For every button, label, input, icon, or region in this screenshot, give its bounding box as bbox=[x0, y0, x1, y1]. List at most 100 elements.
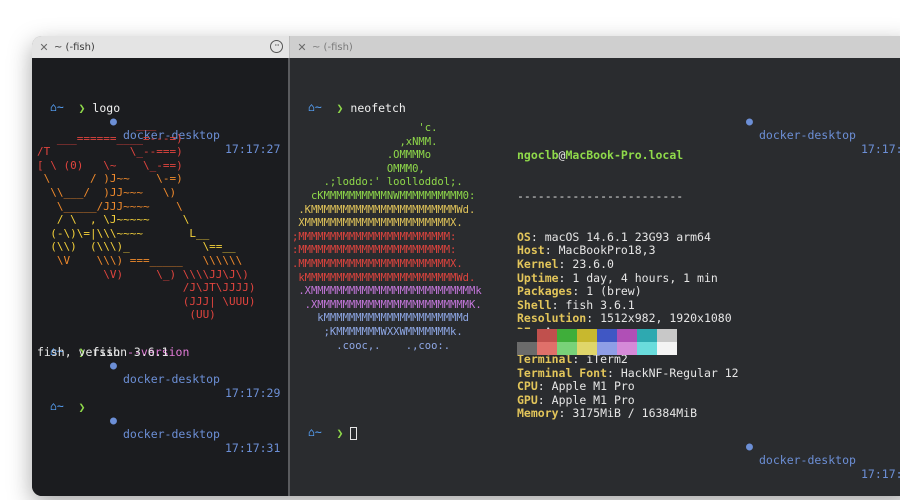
tab-left[interactable]: ✕ ~ (-fish) ··· bbox=[32, 36, 290, 58]
info-value: 1 day, 4 hours, 1 min bbox=[572, 270, 718, 285]
info-key: Uptime bbox=[517, 270, 559, 285]
info-value: 1512x982, 1920x1080 bbox=[600, 311, 732, 326]
neofetch-art-line: .XMMMMMMMMMMMMMMMMMMMMMMMMK. bbox=[292, 298, 482, 311]
info-colon: : bbox=[530, 229, 545, 244]
info-value: HackNF-Regular 12 bbox=[620, 365, 739, 380]
color-swatch bbox=[637, 329, 657, 342]
info-key: Resolution bbox=[517, 311, 587, 326]
neofetch-art-line: .MMMMMMMMMMMMMMMMMMMMMMMMX. bbox=[292, 257, 463, 270]
info-row: Packages: 1 (brew) bbox=[517, 284, 739, 299]
hostname: MacBook-Pro.local bbox=[565, 148, 684, 163]
logo-art-line: (\\) (\\\)_ \==__ bbox=[37, 240, 236, 254]
color-swatch bbox=[617, 342, 637, 355]
neofetch-art-line: kMMMMMMMMMMMMMMMMMMMMMMMMWd. bbox=[292, 271, 476, 284]
fish-logo-art: ___ ___======____=---=)/T \_--===)[ \ (0… bbox=[37, 118, 256, 322]
separator: ------------------------ bbox=[517, 188, 684, 203]
command-line: ❯ neofetch bbox=[295, 87, 900, 115]
close-tab-icon[interactable]: ✕ bbox=[34, 41, 54, 54]
info-colon: : bbox=[572, 284, 587, 299]
info-row: Resolution: 1512x982, 1920x1080 bbox=[517, 312, 739, 326]
docker-icon: ● bbox=[746, 114, 753, 128]
color-swatch bbox=[557, 329, 577, 342]
neofetch-art-line: XMMMMMMMMMMMMMMMMMMMMMMMX. bbox=[292, 217, 463, 230]
info-value: 1 (brew) bbox=[586, 284, 642, 299]
color-swatch bbox=[577, 329, 597, 342]
neofetch-art-line: 'c. bbox=[292, 122, 438, 134]
prompt-chevron-icon: ❯ bbox=[336, 101, 344, 115]
info-value: MacBookPro18,3 bbox=[558, 243, 656, 258]
options-icon[interactable]: ··· bbox=[270, 40, 283, 53]
info-colon: : bbox=[551, 297, 566, 312]
color-swatch bbox=[537, 342, 557, 355]
info-key: Kernel bbox=[517, 256, 559, 271]
context-name: docker-desktop bbox=[123, 427, 220, 441]
prompt-line: ⌂~ ● docker-desktop 17:17:31 bbox=[32, 371, 288, 455]
neofetch-art-line: .cooc,. .,coo:. bbox=[292, 339, 451, 352]
logo-art-line: /J\JT\JJJJ) bbox=[37, 281, 256, 295]
info-value: Apple M1 Pro bbox=[551, 379, 635, 394]
context-name: docker-desktop bbox=[759, 128, 856, 142]
command-line[interactable]: ❯ bbox=[295, 412, 900, 440]
color-swatch bbox=[577, 342, 597, 355]
color-swatch bbox=[657, 329, 677, 342]
logo-art-line: \ / )J~~ \-=) bbox=[37, 172, 183, 186]
logo-art-line: [ \ (0) \~ \_-==) bbox=[37, 158, 183, 172]
user-host-line: ngoclb@MacBook-Pro.local bbox=[517, 148, 739, 163]
context-name: docker-desktop bbox=[759, 453, 856, 467]
info-key: OS bbox=[517, 229, 531, 244]
info-key: Host bbox=[517, 243, 545, 258]
color-swatch bbox=[597, 342, 617, 355]
neofetch-art-line: OMMM0, bbox=[292, 162, 425, 175]
command-text: logo bbox=[92, 101, 121, 115]
text-cursor bbox=[350, 427, 358, 440]
color-palette-bottom bbox=[517, 342, 677, 358]
command-line: ❯ fish --version bbox=[37, 331, 288, 359]
logo-art-line: ___======____=---=) bbox=[37, 131, 183, 145]
command-line: ❯ logo bbox=[37, 87, 288, 115]
logo-art-line: \\___/ )JJ~~~ \) bbox=[37, 185, 177, 199]
tab-title: ~ (-fish) bbox=[54, 41, 95, 53]
neofetch-art-line: kMMMMMMMMMMMMMMMMMMMMMMd bbox=[292, 312, 470, 325]
color-swatch bbox=[537, 329, 557, 342]
logo-art-line: \V \\\) ===_____ \\\\\\ bbox=[37, 253, 243, 267]
color-swatch bbox=[637, 342, 657, 355]
prompt-time: 17:17:31 bbox=[225, 441, 281, 455]
color-swatch bbox=[557, 342, 577, 355]
info-value: 23.6.0 bbox=[572, 256, 614, 271]
neofetch-art-line: .KMMMMMMMMMMMMMMMMMMMMMMMWd. bbox=[292, 203, 476, 216]
logo-art-line: /T \_--===) bbox=[37, 145, 183, 159]
neofetch-art-line: cKMMMMMMMMMMNWMMMMMMMMMM0: bbox=[292, 189, 476, 202]
info-row: OS: macOS 14.6.1 23G93 arm64 bbox=[517, 229, 739, 245]
prompt-line: ⌂~ ● docker-desktop 17:17:29 bbox=[32, 316, 288, 400]
info-row: Terminal Font: HackNF-Regular 12 bbox=[517, 365, 739, 381]
info-colon: : bbox=[607, 365, 621, 380]
neofetch-art-line: ;KMMMMMMMWXXWMMMMMMMk. bbox=[292, 325, 463, 338]
info-value: fish 3.6.1 bbox=[565, 297, 635, 312]
command-line: ❯ bbox=[37, 386, 288, 414]
color-swatch bbox=[617, 329, 637, 342]
info-row: Host: MacBookPro18,3 bbox=[517, 244, 739, 258]
command-text: neofetch bbox=[350, 101, 406, 115]
right-pane[interactable]: ⌂~ ● docker-desktop 17:17: ❯ neofetch 'c… bbox=[290, 58, 900, 496]
command-output: fish, version 3.6.1 bbox=[37, 345, 169, 359]
prompt-line: ⌂~ ● docker-desktop 17:17: bbox=[290, 72, 900, 156]
neofetch-art-line: .XMMMMMMMMMMMMMMMMMMMMMMMMMMk bbox=[292, 285, 482, 298]
info-colon: : bbox=[558, 256, 573, 271]
prompt-chevron-icon: ❯ bbox=[78, 101, 86, 115]
neofetch-art-line: .OMMMMo bbox=[292, 149, 432, 162]
close-tab-icon[interactable]: ✕ bbox=[292, 41, 312, 54]
info-colon: : bbox=[544, 243, 559, 258]
neofetch-art-line: ,xNMM. bbox=[292, 135, 438, 148]
tab-right[interactable]: ✕ ~ (-fish) bbox=[290, 36, 900, 58]
apple-logo-art: 'c. ,xNMM. .OMMMMo OMMM0, .;loddo:' lool… bbox=[292, 122, 482, 353]
color-swatch bbox=[657, 342, 677, 355]
tab-bar: ✕ ~ (-fish) ··· ✕ ~ (-fish) bbox=[32, 36, 900, 58]
left-pane[interactable]: ⌂~ ● docker-desktop 17:17:27 ❯ logo ___ … bbox=[32, 58, 288, 496]
prompt-line: ⌂~ ● docker-desktop 17:17:27 bbox=[32, 72, 288, 156]
prompt-line: ⌂~ ● docker-desktop 17:17: bbox=[290, 397, 900, 481]
neofetch-art-line: ;MMMMMMMMMMMMMMMMMMMMMMMM: bbox=[292, 230, 457, 243]
tab-title: ~ (-fish) bbox=[312, 41, 353, 53]
prompt-time: 17:17: bbox=[861, 142, 900, 156]
info-key: Shell bbox=[517, 297, 552, 312]
info-colon: : bbox=[586, 311, 601, 326]
